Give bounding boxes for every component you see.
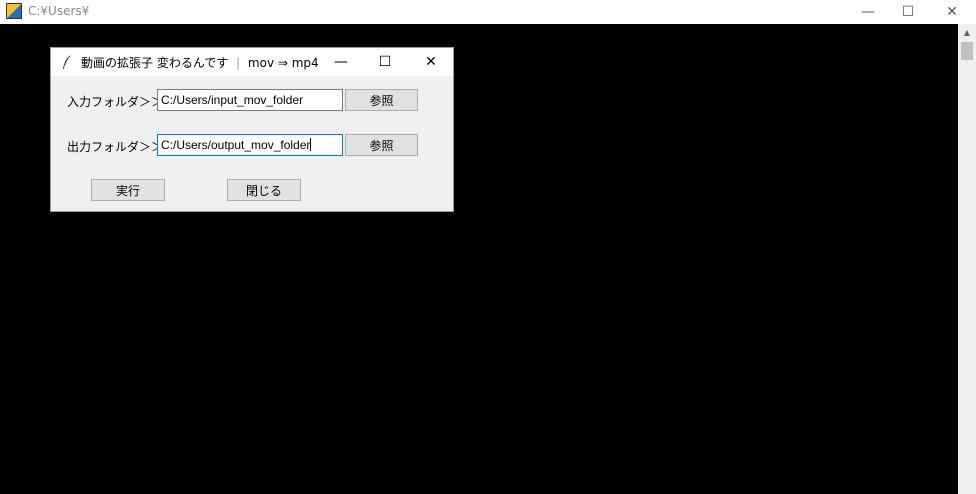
text-caret [310, 138, 312, 151]
output-folder-value: C:/Users/output_mov_folder [161, 138, 311, 152]
dialog-close-button[interactable]: ✕ [409, 48, 453, 76]
console-titlebar: C:¥Users¥ — ☐ ✕ [0, 0, 976, 24]
dialog-titlebar[interactable]: 動画の拡張子 変わるんです | mov ⇒ mp4 — ☐ ✕ [51, 48, 453, 76]
input-folder-label: 入力フォルダ＞＞ [67, 95, 164, 109]
converter-dialog: 動画の拡張子 変わるんです | mov ⇒ mp4 — ☐ ✕ 入力フォルダ＞＞… [50, 47, 454, 212]
close-button[interactable]: 閉じる [227, 179, 301, 201]
input-browse-button[interactable]: 参照 [345, 89, 418, 111]
dialog-title-main: 動画の拡張子 変わるんです [81, 56, 229, 70]
output-browse-button[interactable]: 参照 [345, 134, 418, 156]
console-scrollbar[interactable]: ▲ [958, 24, 976, 494]
scrollbar-thumb[interactable] [961, 42, 973, 60]
python-console-icon [6, 3, 22, 19]
output-folder-field[interactable]: C:/Users/output_mov_folder [157, 134, 343, 156]
dialog-title: 動画の拡張子 変わるんです | mov ⇒ mp4 [81, 54, 319, 71]
console-title: C:¥Users¥ [28, 4, 90, 18]
feather-icon [63, 54, 72, 69]
scroll-up-arrow-icon[interactable]: ▲ [958, 26, 976, 40]
console-maximize-button[interactable]: ☐ [886, 0, 930, 24]
console-minimize-button[interactable]: — [846, 0, 890, 24]
dialog-minimize-button[interactable]: — [319, 48, 363, 76]
dialog-title-separator: | [236, 56, 241, 70]
input-folder-field[interactable]: C:/Users/input_mov_folder [157, 89, 343, 111]
console-close-button[interactable]: ✕ [930, 0, 974, 24]
dialog-maximize-button[interactable]: ☐ [363, 48, 407, 76]
output-folder-label: 出力フォルダ＞＞ [67, 140, 164, 154]
run-button[interactable]: 実行 [91, 179, 165, 201]
dialog-title-sub: mov ⇒ mp4 [247, 56, 319, 70]
